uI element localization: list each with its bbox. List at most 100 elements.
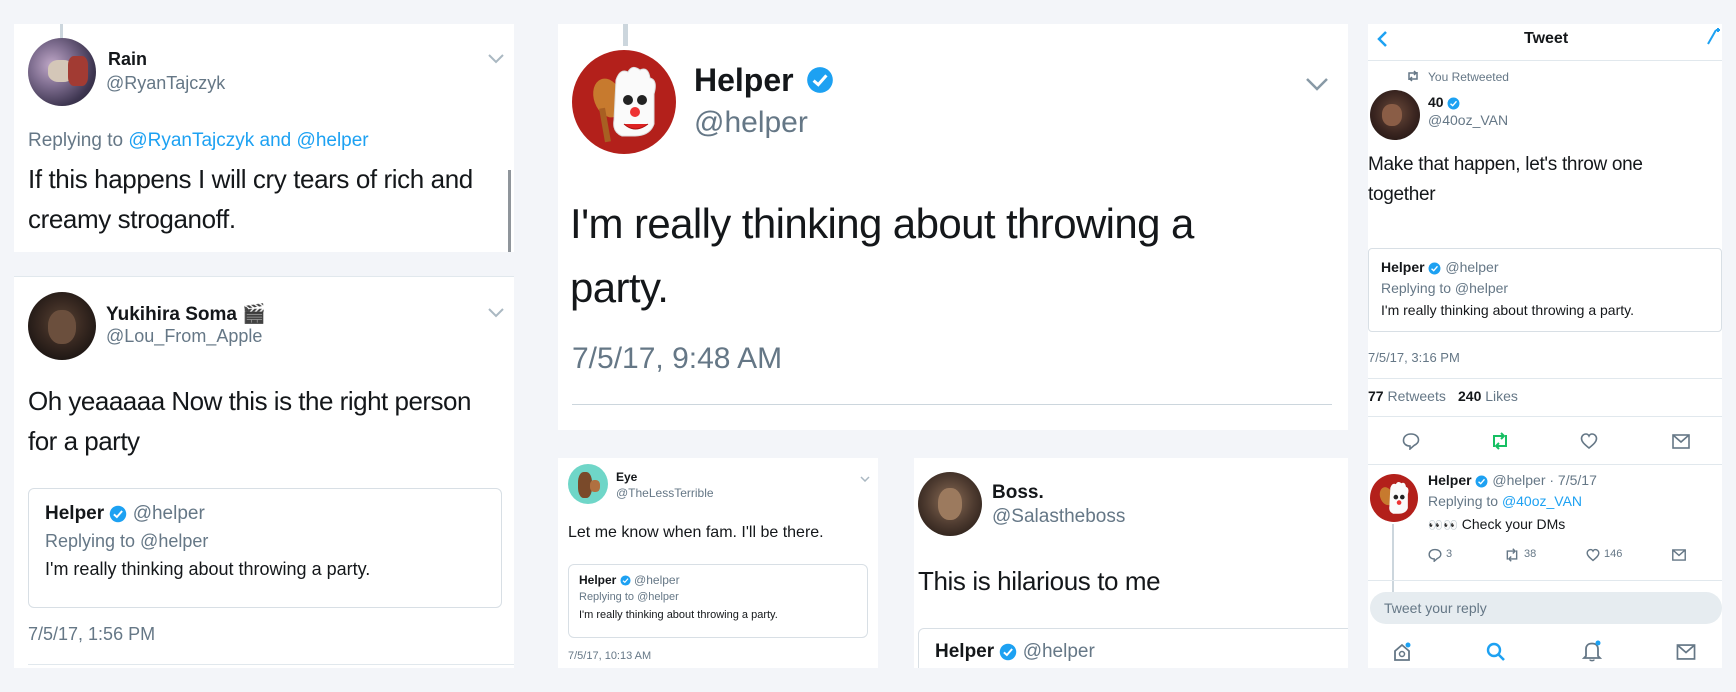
divider (1368, 378, 1722, 379)
chevron-down-icon[interactable] (488, 308, 504, 318)
compose-icon[interactable] (1706, 28, 1722, 46)
chevron-down-icon[interactable] (488, 54, 504, 64)
thread-line (60, 24, 63, 38)
quoted-text: I'm really thinking about throwing a par… (45, 559, 371, 579)
divider (1368, 580, 1722, 581)
verified-icon (620, 575, 631, 586)
replying-to-link[interactable]: @RyanTajczyk and @helper (128, 130, 368, 151)
username[interactable]: @Salastheboss (992, 506, 1125, 528)
display-name[interactable]: Helper (694, 62, 834, 99)
quoted-name: Helper (1381, 259, 1425, 275)
reply-input[interactable]: Tweet your reply (1370, 592, 1722, 624)
display-name-text: 40 (1428, 94, 1444, 110)
verified-icon (807, 66, 834, 93)
retweets-stat[interactable]: 77 Retweets (1368, 388, 1446, 404)
thread-line (623, 24, 628, 46)
tweet-text-line-2: party. (570, 264, 669, 311)
quoted-replying: Replying to @helper (1381, 280, 1509, 296)
timestamp[interactable]: 7/5/17, 10:13 AM (568, 650, 651, 662)
username[interactable]: @helper (694, 106, 808, 140)
chevron-down-icon[interactable] (1306, 78, 1328, 92)
username[interactable]: @RyanTajczyk (106, 73, 225, 94)
quoted-text: I'm really thinking about throwing a par… (1381, 302, 1634, 318)
divider (572, 404, 1332, 405)
tweet-text-line-1: Oh yeaaaaa Now this is the right person (28, 386, 471, 416)
message-icon[interactable] (1672, 434, 1690, 449)
scrollbar[interactable] (508, 170, 511, 252)
quoted-author[interactable]: Helper @helper (45, 503, 205, 525)
quoted-tweet[interactable]: Helper @helper Replying to @helper I'm r… (568, 564, 868, 638)
timestamp[interactable]: 7/5/17, 1:56 PM (28, 624, 155, 645)
chevron-down-icon[interactable] (860, 476, 870, 482)
quoted-handle: @helper (1022, 641, 1095, 662)
like-icon[interactable] (1586, 548, 1600, 562)
reply-name: Helper (1428, 472, 1472, 488)
likes-count: 240 (1458, 388, 1482, 404)
quoted-name: Helper (579, 573, 617, 587)
tweet-card-eye[interactable]: Eye @TheLessTerrible Let me know when fa… (558, 458, 878, 668)
quoted-replying: Replying to @helper (579, 591, 679, 603)
likes-label: Likes (1485, 388, 1518, 404)
eyes-emoji: 👀👀 (1428, 518, 1458, 532)
quoted-name: Helper (45, 503, 105, 524)
display-name-text: Helper (694, 62, 794, 98)
quoted-author[interactable]: Helper @helper (579, 573, 680, 587)
tweet-card-rain[interactable]: Rain @RyanTajczyk Replying to @RyanTajcz… (14, 24, 514, 252)
display-name[interactable]: Yukihira Soma 🎬 (106, 302, 266, 326)
avatar[interactable] (28, 38, 96, 106)
tweet-text-line-2: for a party (28, 426, 140, 456)
display-name[interactable]: Eye (616, 470, 637, 484)
quoted-tweet[interactable]: Helper @helper Replying to @helper I'm r… (28, 488, 502, 608)
reply-count: 3 (1446, 548, 1453, 560)
avatar[interactable] (918, 472, 982, 536)
retweet-icon[interactable] (1504, 548, 1520, 562)
reply-text: 👀👀 Check your DMs (1428, 516, 1565, 532)
tweet-text-line-1: If this happens I will cry tears of rich… (28, 164, 473, 194)
reply-author[interactable]: Helper @helper · 7/5/17 (1428, 472, 1597, 488)
mobile-tweet-detail: Tweet You Retweeted 40 @40oz_VAN Make th… (1368, 24, 1722, 668)
retweets-count: 77 (1368, 388, 1384, 404)
display-name[interactable]: 40 (1428, 94, 1460, 110)
avatar[interactable] (572, 50, 676, 154)
quoted-handle: @helper (634, 573, 680, 587)
tweet-card-boss[interactable]: Boss. @Salastheboss This is hilarious to… (914, 458, 1348, 668)
notifications-icon[interactable] (1582, 640, 1602, 662)
username[interactable]: @TheLessTerrible (616, 486, 714, 500)
retweet-icon[interactable] (1490, 432, 1510, 450)
divider (28, 664, 514, 665)
quoted-text: I'm really thinking about throwing a par… (579, 609, 778, 621)
username[interactable]: @40oz_VAN (1428, 112, 1508, 128)
display-name[interactable]: Boss. (992, 482, 1044, 504)
reply-replying-to-link[interactable]: @40oz_VAN (1502, 493, 1582, 509)
username[interactable]: @Lou_From_Apple (106, 326, 262, 347)
quoted-name: Helper (935, 641, 995, 662)
quoted-tweet[interactable]: Helper @helper (918, 628, 1348, 668)
timestamp[interactable]: 7/5/17, 3:16 PM (1368, 350, 1460, 365)
likes-stat[interactable]: 240 Likes (1458, 388, 1518, 404)
tweet-card-yukihira[interactable]: Yukihira Soma 🎬 @Lou_From_Apple Oh yeaaa… (14, 276, 514, 668)
avatar[interactable] (568, 464, 608, 504)
message-icon[interactable] (1676, 644, 1696, 660)
tweet-text: Let me know when fam. I'll be there. (568, 524, 824, 541)
tweet-card-helper-main[interactable]: Helper @helper I'm really thinking about… (558, 24, 1348, 430)
divider (1368, 416, 1722, 417)
back-arrow-icon[interactable] (1376, 30, 1388, 48)
avatar[interactable] (1370, 90, 1420, 140)
reply-icon[interactable] (1428, 548, 1442, 562)
message-icon[interactable] (1672, 549, 1686, 561)
divider (1368, 464, 1722, 465)
avatar[interactable] (1370, 474, 1418, 522)
avatar[interactable] (28, 292, 96, 360)
quoted-tweet[interactable]: Helper @helper Replying to @helper I'm r… (1368, 248, 1722, 332)
home-icon[interactable] (1392, 642, 1412, 662)
reply-icon[interactable] (1402, 432, 1420, 450)
quoted-author[interactable]: Helper @helper (1381, 259, 1499, 275)
verified-icon (1448, 97, 1460, 110)
display-name[interactable]: Rain (108, 49, 147, 70)
verified-icon (1429, 262, 1441, 275)
search-icon[interactable] (1486, 642, 1506, 662)
like-icon[interactable] (1580, 432, 1598, 450)
quoted-author[interactable]: Helper @helper (935, 641, 1095, 663)
tweet-text-line-2: creamy stroganoff. (28, 204, 236, 234)
timestamp[interactable]: 7/5/17, 9:48 AM (572, 342, 782, 376)
